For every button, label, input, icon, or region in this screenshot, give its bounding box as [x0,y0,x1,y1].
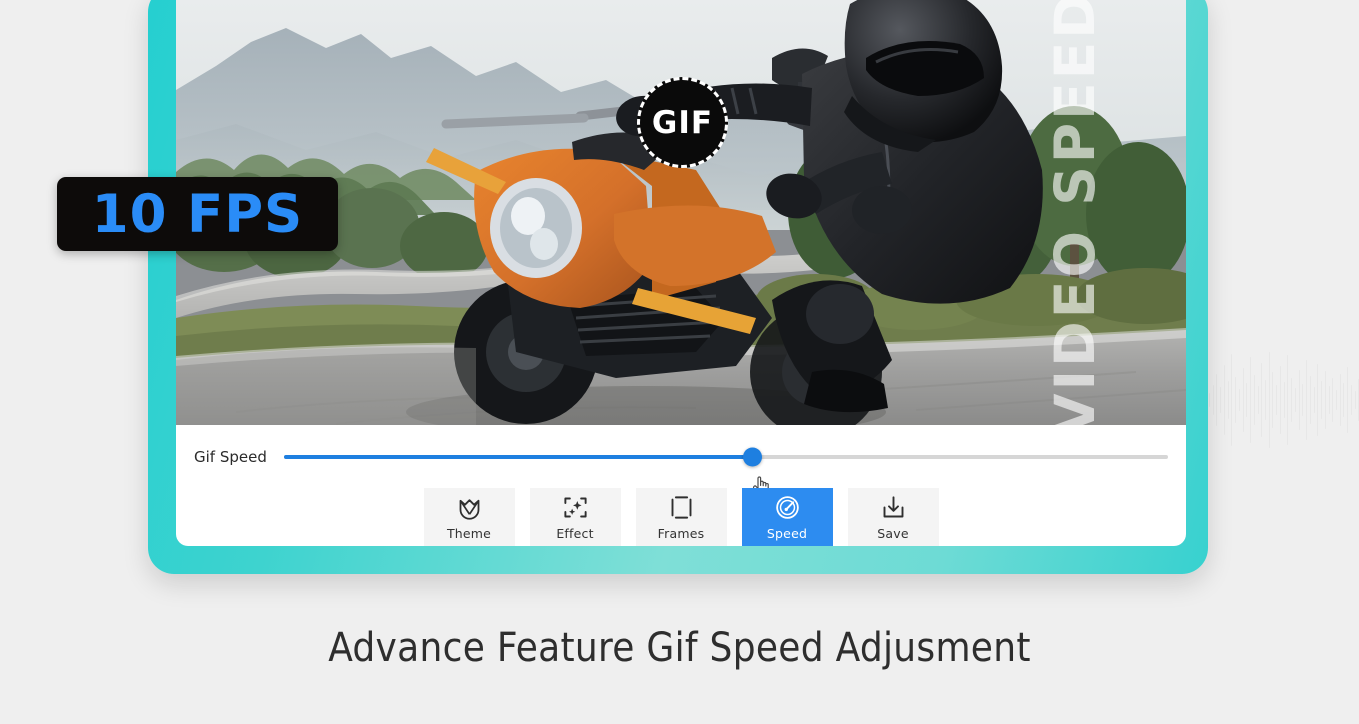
app-screen: VIDEO SPEED GIF Gif Speed Theme Effect F… [176,0,1186,546]
tool-button-save[interactable]: Save [847,488,939,546]
tulip-icon [459,498,479,520]
tool-button-label: Frames [657,525,705,541]
page-root: VIDEO SPEED GIF Gif Speed Theme Effect F… [0,0,1359,724]
page-caption: Advance Feature Gif Speed Adjusment [328,625,1031,671]
tool-button-label: Speed [766,525,808,541]
gif-badge: GIF [637,77,728,168]
tool-button-effect[interactable]: Effect [529,488,621,546]
slider-fill [283,454,753,459]
speedometer-icon [775,495,799,519]
gif-speed-slider-row: Gif Speed [176,425,1186,502]
slider-thumb[interactable] [743,447,763,466]
frame-icon [671,495,691,519]
gif-speed-label: Gif Speed [194,447,267,466]
fps-badge: 10 FPS [57,177,338,251]
tool-button-speed[interactable]: Speed [741,488,833,546]
fps-badge-label: 10 FPS [91,183,304,245]
gif-badge-label: GIF [651,104,714,141]
tool-button-label: Theme [446,525,492,541]
tool-button-label: Effect [556,525,594,541]
tool-button-label: Save [877,525,909,541]
device-frame: VIDEO SPEED GIF Gif Speed Theme Effect F… [148,0,1208,574]
gif-speed-slider[interactable] [283,447,1168,502]
tool-button-frames[interactable]: Frames [635,488,727,546]
audio-waveform-decoration [1209,330,1359,470]
download-icon [883,495,903,517]
tool-button-theme[interactable]: Theme [423,488,515,546]
sparkle-icon [563,497,587,517]
editor-toolbar: Theme Effect Frames Speed Save [176,488,1186,546]
